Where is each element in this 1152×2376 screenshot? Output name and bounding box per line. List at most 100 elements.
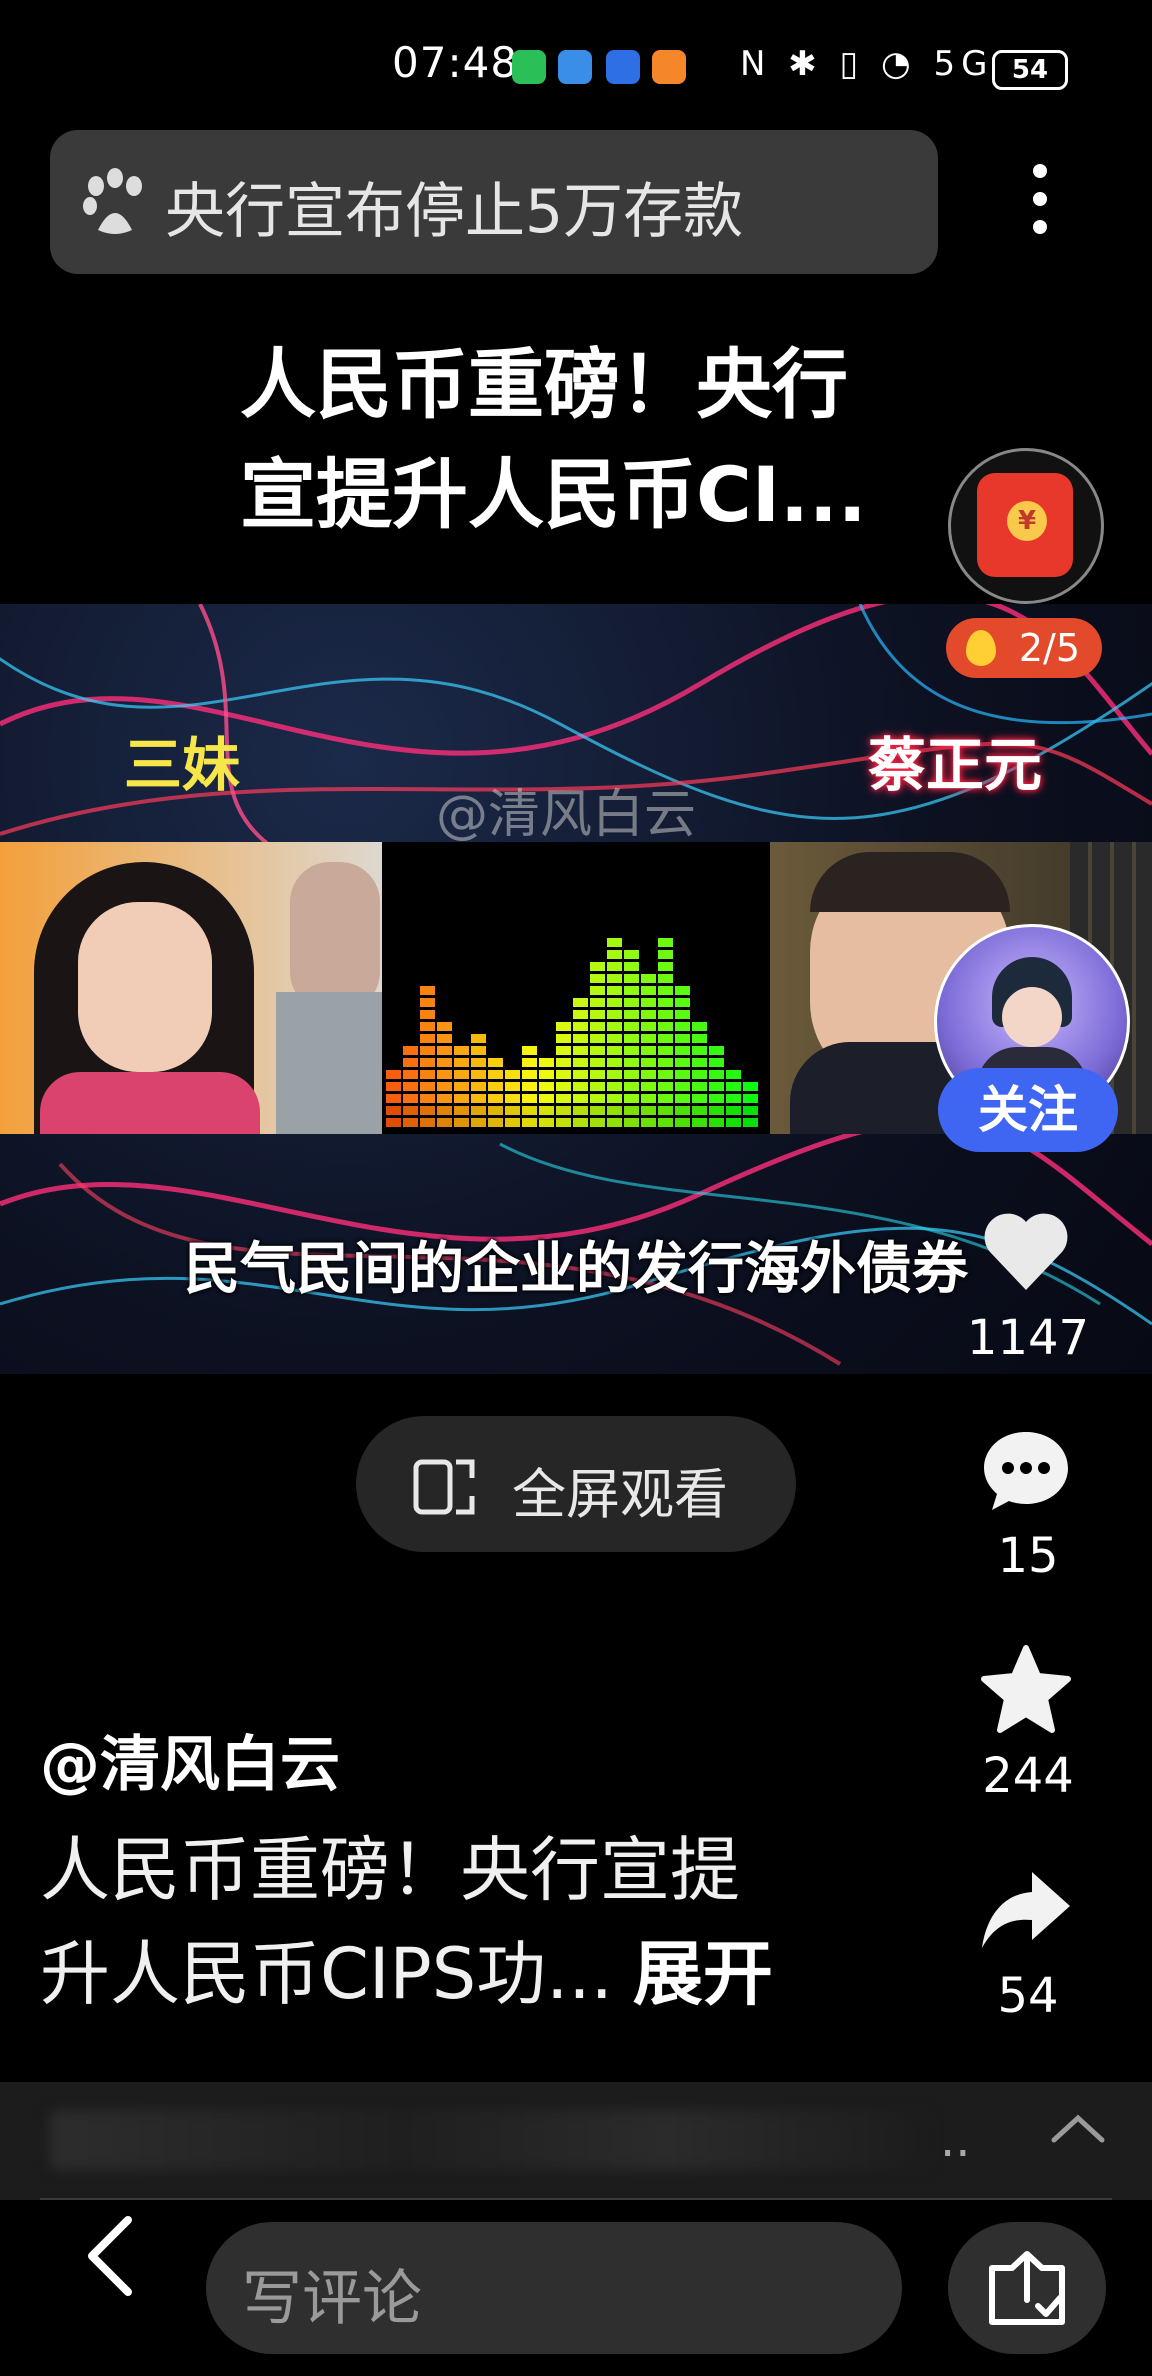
equalizer-segment <box>743 1118 758 1127</box>
equalizer-segment <box>658 1046 673 1055</box>
equalizer-segment <box>675 1010 690 1019</box>
share-arrow-icon[interactable] <box>980 1864 1072 1956</box>
star-icon[interactable] <box>980 1644 1072 1736</box>
equalizer-segment <box>675 1070 690 1079</box>
equalizer-segment <box>386 1094 401 1103</box>
chevron-up-icon[interactable] <box>1048 2108 1108 2148</box>
equalizer-segment <box>692 1094 707 1103</box>
equalizer-segment <box>556 1082 571 1091</box>
equalizer-segment <box>607 1106 622 1115</box>
equalizer-segment <box>607 998 622 1007</box>
equalizer-segment <box>420 986 435 995</box>
equalizer-segment <box>607 1010 622 1019</box>
equalizer-segment <box>607 1046 622 1055</box>
equalizer-segment <box>658 974 673 983</box>
equalizer-segment <box>556 1058 571 1067</box>
equalizer-segment <box>624 1118 639 1127</box>
equalizer-segment <box>573 1070 588 1079</box>
comment-placeholder[interactable]: 写评论 <box>242 2250 422 2337</box>
equalizer-segment <box>505 1082 520 1091</box>
equalizer-segment <box>471 1058 486 1067</box>
equalizer-segment <box>675 1022 690 1031</box>
equalizer-segment <box>624 950 639 959</box>
next-video-ellipsis: .. <box>940 2112 971 2168</box>
equalizer-segment <box>522 1106 537 1115</box>
wechat-icon <box>512 50 546 84</box>
equalizer-segment <box>420 1106 435 1115</box>
equalizer-segment <box>624 974 639 983</box>
equalizer-segment <box>573 998 588 1007</box>
author-handle[interactable]: @清风白云 <box>40 1716 340 1803</box>
equalizer-segment <box>743 1082 758 1091</box>
equalizer-segment <box>386 1070 401 1079</box>
equalizer-segment <box>556 1034 571 1043</box>
equalizer-segment <box>590 1058 605 1067</box>
equalizer-segment <box>675 986 690 995</box>
equalizer-segment <box>556 1070 571 1079</box>
equalizer-segment <box>573 1034 588 1043</box>
post-description[interactable]: 人民币重磅！央行宣提 升人民币CIPS功... 展开 <box>40 1818 880 2026</box>
equalizer-segment <box>471 1082 486 1091</box>
equalizer-segment <box>420 1022 435 1031</box>
equalizer-segment <box>607 962 622 971</box>
follow-button[interactable]: 关注 <box>938 1068 1118 1152</box>
equalizer-segment <box>658 986 673 995</box>
equalizer-segment <box>471 1070 486 1079</box>
equalizer-segment <box>624 1010 639 1019</box>
speaker-name-right: 蔡正元 <box>868 731 1043 799</box>
fullscreen-label: 全屏观看 <box>512 1463 728 1526</box>
equalizer-segment <box>675 1118 690 1127</box>
equalizer-segment <box>505 1118 520 1127</box>
red-packet-icon[interactable]: ¥ <box>948 448 1104 604</box>
equalizer-segment <box>726 1070 741 1079</box>
equalizer-segment <box>437 1094 452 1103</box>
equalizer-segment <box>624 986 639 995</box>
more-vertical-icon[interactable] <box>1010 150 1070 250</box>
video-app-icon <box>652 50 686 84</box>
reward-progress-badge[interactable]: 2/5 <box>946 618 1102 678</box>
battery-indicator: 54 <box>992 50 1068 90</box>
share-upload-button[interactable] <box>948 2222 1106 2354</box>
equalizer-segment <box>403 1106 418 1115</box>
equalizer-segment <box>692 1058 707 1067</box>
comment-icon[interactable] <box>980 1424 1072 1516</box>
equalizer-segment <box>420 1094 435 1103</box>
fullscreen-icon <box>413 1459 475 1515</box>
equalizer-segment <box>488 1118 503 1127</box>
search-query[interactable]: 央行宣布停止5万存款 <box>165 163 743 250</box>
divider <box>40 2198 1112 2200</box>
equalizer-segment <box>709 1118 724 1127</box>
equalizer-segment <box>556 1106 571 1115</box>
equalizer-segment <box>437 1058 452 1067</box>
equalizer-segment <box>437 1034 452 1043</box>
equalizer-segment <box>454 1058 469 1067</box>
equalizer-segment <box>624 1082 639 1091</box>
equalizer-segment <box>437 1046 452 1055</box>
status-time: 07:48 <box>392 38 519 87</box>
back-arrow-icon[interactable] <box>74 2206 144 2306</box>
equalizer-segment <box>624 1094 639 1103</box>
equalizer-segment <box>607 974 622 983</box>
equalizer-segment <box>692 1106 707 1115</box>
audio-equalizer <box>386 938 758 1127</box>
equalizer-segment <box>658 950 673 959</box>
expand-link[interactable]: 展开 <box>633 1933 773 2015</box>
equalizer-segment <box>658 1034 673 1043</box>
equalizer-segment <box>607 1022 622 1031</box>
equalizer-segment <box>420 998 435 1007</box>
equalizer-segment <box>607 1082 622 1091</box>
equalizer-segment <box>658 1022 673 1031</box>
equalizer-segment <box>709 1094 724 1103</box>
equalizer-segment <box>386 1106 401 1115</box>
favorite-count: 244 <box>982 1748 1074 1804</box>
comment-count: 15 <box>997 1528 1059 1584</box>
equalizer-segment <box>420 1082 435 1091</box>
coin-symbol: ¥ <box>1007 501 1047 541</box>
equalizer-segment <box>403 1118 418 1127</box>
heart-icon[interactable] <box>980 1206 1072 1298</box>
equalizer-segment <box>437 1022 452 1031</box>
equalizer-segment <box>624 1046 639 1055</box>
reward-progress: 2/5 <box>1018 626 1080 670</box>
share-count: 54 <box>997 1968 1059 2024</box>
equalizer-segment <box>488 1106 503 1115</box>
